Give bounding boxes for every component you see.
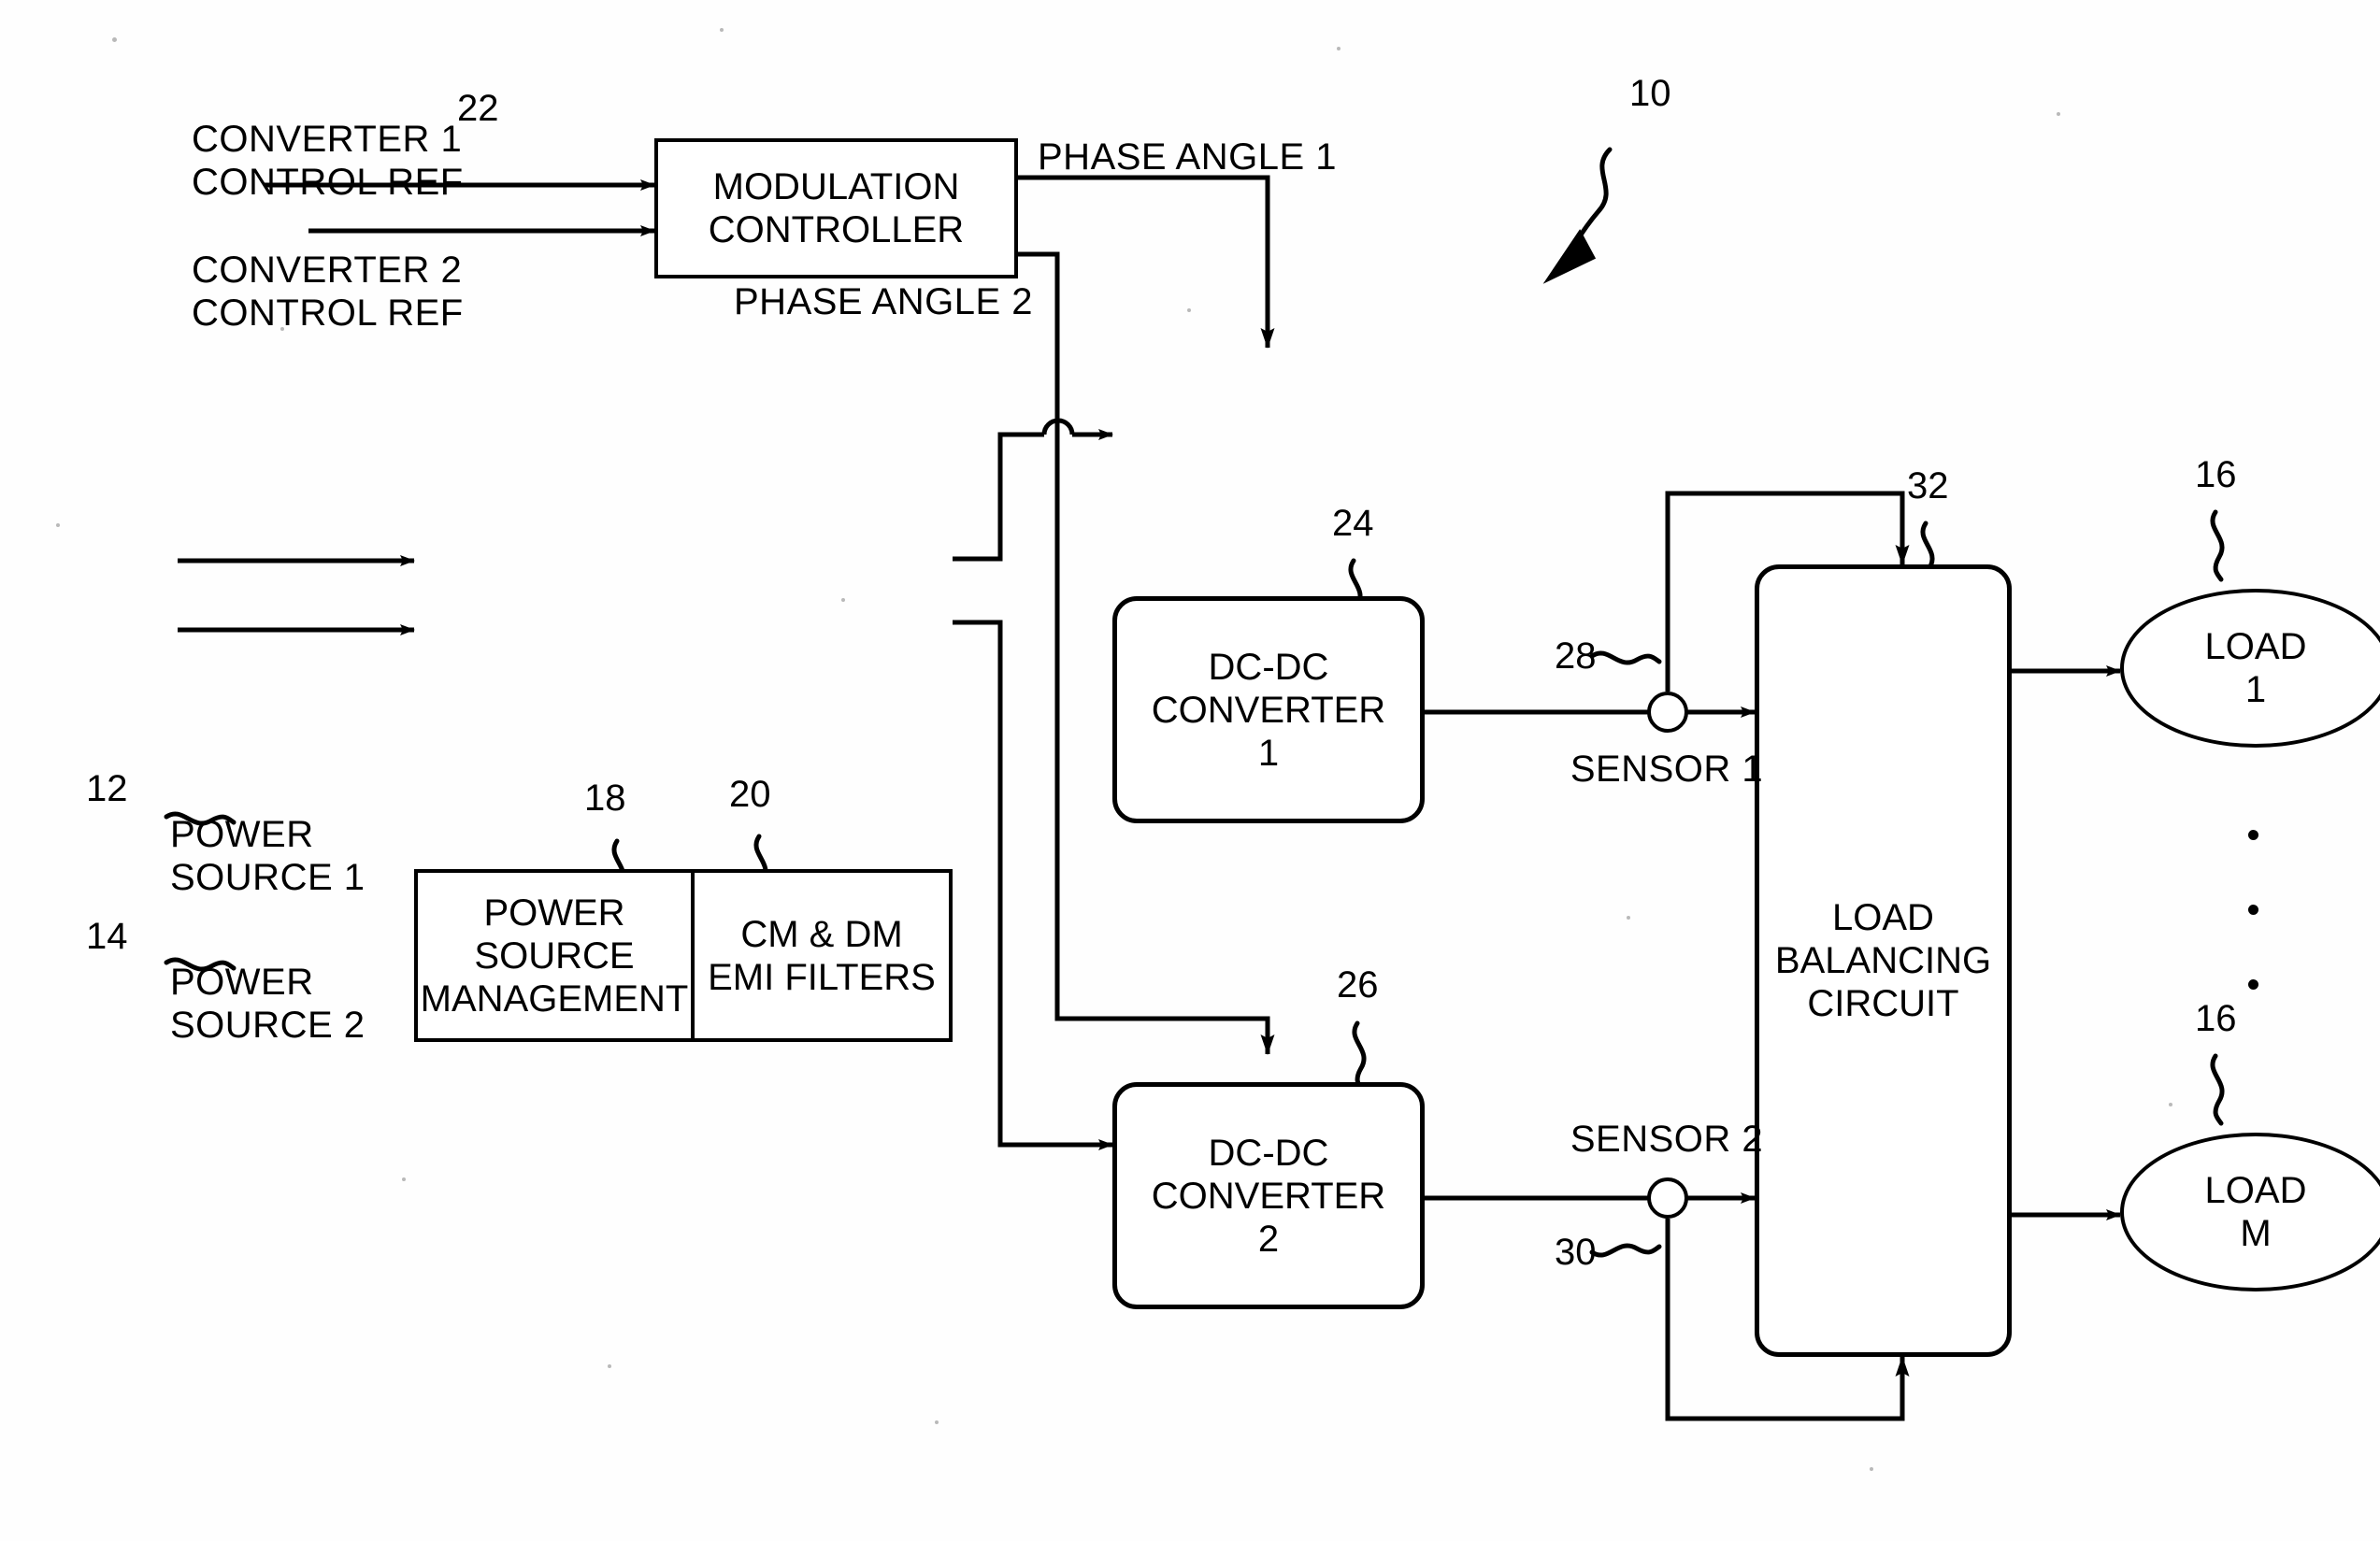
block-dc-dc-converter-1[interactable]: DC-DC CONVERTER 1 [1112,596,1425,823]
scan-speck [608,1364,611,1368]
sensor-1-icon[interactable] [1647,692,1688,733]
patent-figure-canvas: CONVERTER 1 CONTROL REF CONVERTER 2 CONT… [0,0,2380,1541]
sensor-2-icon[interactable] [1647,1177,1688,1219]
block-load-1[interactable]: LOAD 1 [2120,589,2380,748]
leader-26 [1352,1020,1367,1093]
leader-30 [1589,1243,1662,1258]
leader-10-arrowhead [1542,229,1597,284]
phase-angle-2-label: PHASE ANGLE 2 [734,281,1033,322]
block-dc-dc-converter-1-label: DC-DC CONVERTER 1 [1151,646,1386,774]
scan-speck [841,598,845,602]
ref-number-32: 32 [1907,465,1949,507]
scan-speck [2057,112,2060,116]
ref-number-14: 14 [86,916,128,957]
block-emi-filters[interactable]: CM & DM EMI FILTERS [695,869,953,1042]
block-power-source-management[interactable]: POWER SOURCE MANAGEMENT [414,869,695,1042]
scan-speck [720,28,724,32]
block-load-m[interactable]: LOAD M [2120,1133,2380,1291]
scan-speck [56,523,60,527]
sensor-2-label: SENSOR 2 [1570,1119,1764,1160]
converter2-control-ref-label: CONVERTER 2 CONTROL REF [192,250,464,334]
block-modulation-controller[interactable]: MODULATION CONTROLLER [654,138,1018,278]
phase-angle-1-label: PHASE ANGLE 1 [1038,136,1337,178]
leader-28 [1589,650,1662,665]
scan-speck [1337,47,1341,50]
block-dc-dc-converter-2[interactable]: DC-DC CONVERTER 2 [1112,1082,1425,1309]
converter1-control-ref-label: CONVERTER 1 CONTROL REF [192,119,464,203]
scan-speck [1627,916,1630,920]
ref-number-20: 20 [729,774,771,815]
ref-number-10: 10 [1629,73,1671,114]
block-load-balancing-circuit[interactable]: LOAD BALANCING CIRCUIT [1755,564,2012,1357]
loads-ellipsis-dot [2248,830,2258,840]
ref-number-30: 30 [1555,1232,1597,1273]
block-load-m-label: LOAD M [2204,1170,2307,1254]
wire-hop-jumper [1041,418,1075,435]
loads-ellipsis-dot [2248,979,2258,990]
scan-speck [935,1420,939,1424]
block-load-balancing-circuit-label: LOAD BALANCING CIRCUIT [1774,897,1992,1024]
ref-number-16-loadm: 16 [2195,998,2237,1039]
wire-emi-out-2 [953,620,1113,1150]
scan-speck [1187,308,1191,312]
leader-16-top [2210,509,2225,582]
ref-number-24: 24 [1332,503,1374,544]
block-modulation-controller-label: MODULATION CONTROLLER [708,166,965,250]
scan-speck [2169,1103,2172,1106]
wire-emi-out-1a [953,432,1044,562]
wire-phase-angle-1 [1018,175,1275,349]
leader-16-bottom [2210,1053,2225,1126]
loads-ellipsis-dot [2248,905,2258,915]
block-dc-dc-converter-2-label: DC-DC CONVERTER 2 [1151,1132,1386,1260]
leader-10 [1568,147,1613,253]
ref-number-28: 28 [1555,635,1597,677]
block-load-1-label: LOAD 1 [2204,626,2307,710]
scan-speck [1870,1467,1873,1471]
block-emi-filters-label: CM & DM EMI FILTERS [708,913,936,998]
ref-number-12: 12 [86,768,128,809]
ref-number-22: 22 [457,88,499,129]
block-power-source-management-label: POWER SOURCE MANAGEMENT [420,892,689,1020]
sensor-1-label: SENSOR 1 [1570,749,1764,790]
ref-number-16-load1: 16 [2195,454,2237,495]
scan-speck [112,37,117,42]
ref-number-26: 26 [1337,964,1379,1006]
scan-speck [402,1177,406,1181]
ref-number-18: 18 [584,778,626,819]
